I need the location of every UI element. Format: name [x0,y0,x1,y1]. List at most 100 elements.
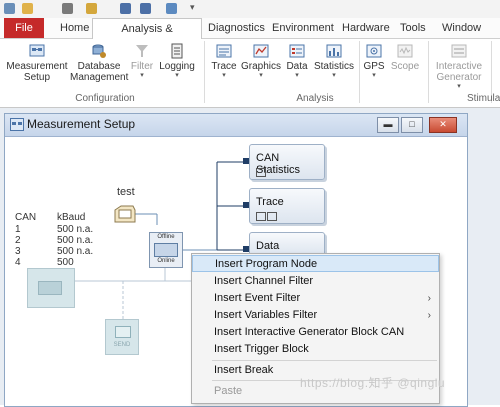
trace-button[interactable]: Trace ▾ [208,43,240,79]
window-title: Measurement Setup [27,117,136,131]
scope-button[interactable]: Scope [390,43,420,72]
group-label-stimulation: Stimula [467,93,500,104]
envelope-icon [115,326,131,338]
interactive-generator-button[interactable]: Interactive Generator ▾ [432,43,486,90]
channel-header-can: CAN [15,212,37,223]
quick-access-toolbar: ▾ [0,0,500,19]
filter-button[interactable]: Filter ▾ [128,43,156,79]
can-statistics-label: CAN Statistics [256,152,301,176]
channel-id: 3 [15,246,21,257]
close-icon: ✕ [439,119,447,129]
tab-home[interactable]: Home [58,18,91,38]
block-filter-icon [267,212,277,221]
statistics-caret-icon: ▾ [332,72,336,79]
open-icon[interactable] [62,3,73,14]
offline-label: Offline [157,234,175,240]
filter-caret-icon: ▾ [140,72,144,79]
tab-analysis-stimulation[interactable]: Analysis & Stimulation [92,18,202,55]
gps-label: GPS [363,61,385,72]
trace-caret-icon: ▾ [222,72,226,79]
measurement-setup-window-icon [10,118,24,131]
trace-label: Trace [211,61,237,72]
offline-online-switch[interactable]: Offline Online [149,232,183,268]
logging-button[interactable]: Logging ▾ [158,43,196,79]
restore-button[interactable]: □ [401,117,423,133]
ribbon-tab-row: File Home Analysis & Stimulation Diagnos… [0,18,500,55]
window-title-bar[interactable]: Measurement Setup ▬ □ ✕ [5,114,467,137]
measurement-setup-button[interactable]: Measurement Setup [6,43,68,83]
save-as-icon[interactable] [140,3,151,14]
menu-item-label: Insert Channel Filter [214,275,314,287]
logging-icon [171,43,183,59]
menu-item-label: Insert Trigger Block [214,343,309,355]
menu-item-label: Insert Interactive Generator Block CAN [214,326,405,338]
filter-icon [136,45,148,57]
tab-file[interactable]: File [4,18,44,38]
database-management-button[interactable]: Database Management [70,43,128,83]
tab-tools[interactable]: Tools [398,18,428,38]
test-node-label: test [117,186,135,198]
scope-label: Scope [390,61,420,72]
group-label-analysis: Analysis [296,93,334,104]
restore-icon: □ [409,119,415,129]
data-block-label: Data [256,240,280,252]
program-file-icon[interactable] [113,204,137,224]
close-button[interactable]: ✕ [429,117,457,133]
gps-button[interactable]: GPS ▾ [362,43,386,79]
database-icon [92,44,106,58]
app-icon[interactable] [4,3,15,14]
channel-rate: 500 n.a. [57,246,94,257]
save-icon[interactable] [120,3,131,14]
trace-block[interactable]: Trace [249,188,325,224]
trace-icon [216,44,232,58]
send-block[interactable]: SEND [105,319,139,355]
menu-item-insert-channel-filter[interactable]: Insert Channel Filter [192,273,439,290]
menu-item-insert-variables-filter[interactable]: Insert Variables Filter › [192,307,439,324]
channel-id: 1 [15,224,21,235]
measurement-setup-icon [29,44,45,57]
can-statistics-block[interactable]: CAN Statistics [249,144,325,180]
tab-window[interactable]: Window [440,18,483,38]
tab-diagnostics[interactable]: Diagnostics [206,18,267,38]
measurement-setup-label-1: Measurement [6,61,68,72]
trace-block-label: Trace [256,196,284,208]
statistics-button[interactable]: Statistics ▾ [312,43,356,79]
channel-id: 4 [15,257,21,268]
menu-item-label: Paste [214,385,243,397]
data-caret-icon: ▾ [295,72,299,79]
menu-item-insert-trigger-block[interactable]: Insert Trigger Block [192,341,439,358]
minimize-button[interactable]: ▬ [377,117,399,133]
interface-card-icon [38,281,62,295]
submenu-arrow-icon: › [427,293,431,304]
channel-header-kbaud: kBaud [57,212,86,223]
folder-icon[interactable] [86,3,97,14]
statistics-label: Statistics [313,61,354,72]
customize-qat-icon[interactable]: ▾ [190,2,195,13]
menu-item-insert-program-node[interactable]: Insert Program Node [192,255,439,272]
menu-item-label: Insert Break [214,364,274,376]
gps-caret-icon: ▾ [372,72,376,79]
graphics-label: Graphics [240,61,281,72]
group-label-configuration: Configuration [75,93,135,104]
data-button[interactable]: Data ▾ [284,43,310,79]
graphics-button[interactable]: Graphics ▾ [240,43,282,79]
interactive-generator-label-1: Interactive [435,61,483,72]
hardware-interface-block[interactable] [27,268,75,308]
interactive-generator-icon [451,44,467,58]
tab-hardware[interactable]: Hardware [340,18,392,38]
send-label: SEND [113,342,131,348]
print-icon[interactable] [166,3,177,14]
switch-icon [154,243,178,257]
menu-item-insert-event-filter[interactable]: Insert Event Filter › [192,290,439,307]
new-config-icon[interactable] [22,3,33,14]
tab-environment[interactable]: Environment [270,18,336,38]
logging-caret-icon: ▾ [175,72,179,79]
logging-label: Logging [159,61,195,72]
menu-item-label: Insert Event Filter [214,292,301,304]
data-label: Data [286,61,308,72]
minimize-icon: ▬ [383,119,393,129]
menu-item-label: Insert Variables Filter [214,309,318,321]
menu-item-insert-interactive-generator-block[interactable]: Insert Interactive Generator Block CAN [192,324,439,341]
group-separator [428,41,429,103]
channel-rate: 500 n.a. [57,224,94,235]
